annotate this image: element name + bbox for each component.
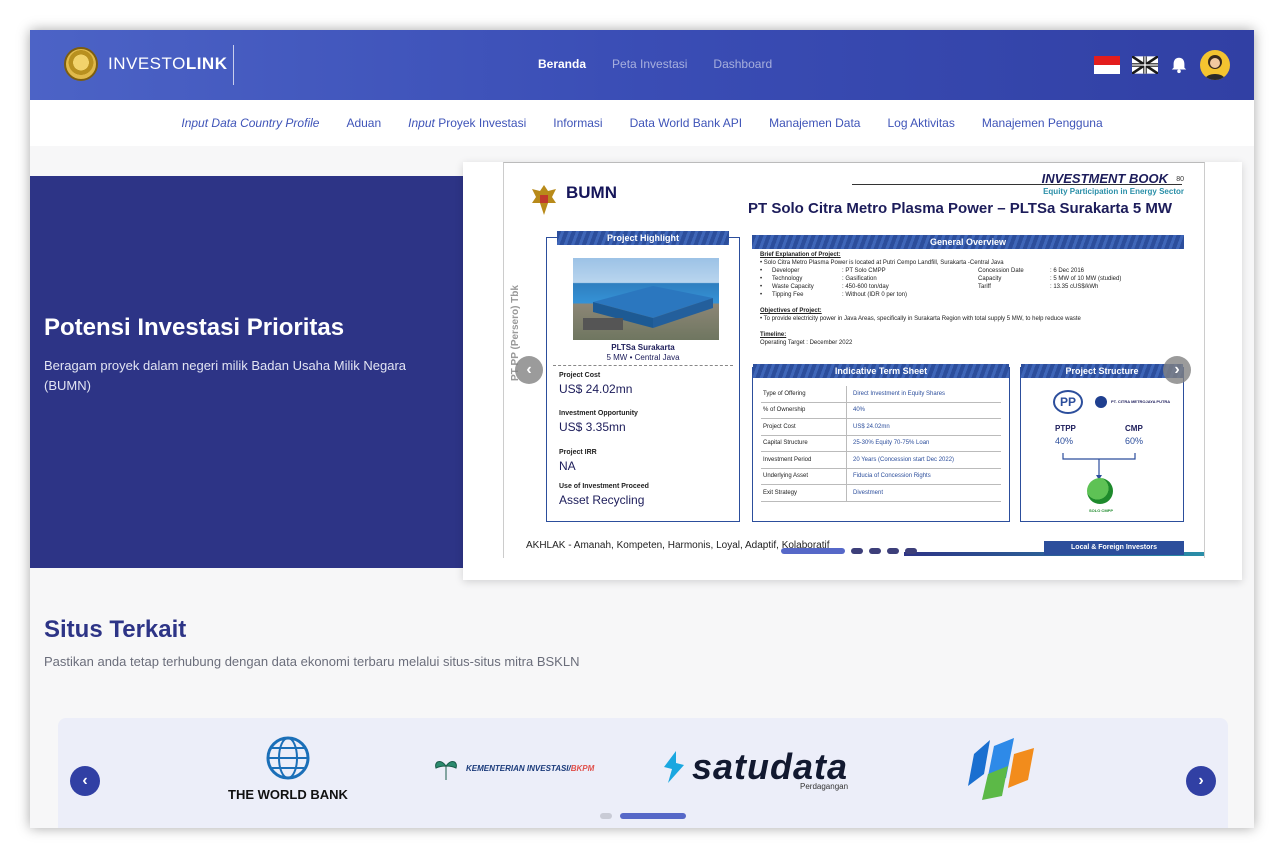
project-highlight-head: Project Highlight bbox=[557, 231, 729, 245]
uk-flag-icon[interactable] bbox=[1132, 56, 1158, 74]
satudata-drop-icon bbox=[664, 751, 684, 783]
hero-title: Potensi Investasi Prioritas bbox=[44, 314, 345, 341]
slide-project-title: PT Solo Citra Metro Plasma Power – PLTSa… bbox=[748, 200, 1173, 217]
world-bank-link[interactable]: THE WORLD BANK bbox=[226, 736, 350, 802]
garuda-emblem-icon bbox=[64, 47, 98, 81]
carousel-dot[interactable] bbox=[869, 548, 881, 554]
term-sheet-head: Indicative Term Sheet bbox=[753, 364, 1009, 378]
use-of-proceed-value: Asset Recycling bbox=[559, 493, 645, 507]
carousel-next-button[interactable]: › bbox=[1163, 356, 1191, 384]
project-structure-box: Project Structure PP PT. CITRA METROJAYA… bbox=[1020, 364, 1184, 522]
highlight-divider bbox=[553, 365, 733, 366]
menu-manajemen-data[interactable]: Manajemen Data bbox=[769, 116, 860, 130]
top-navbar: INVESTOLINK Beranda Peta Investasi Dashb… bbox=[30, 30, 1254, 100]
nav-dashboard[interactable]: Dashboard bbox=[713, 57, 772, 71]
user-avatar[interactable] bbox=[1200, 50, 1230, 80]
term-row: Investment Period 20 Years (Concession st… bbox=[761, 452, 1001, 469]
term-sheet-table: Type of Offering Direct Investment in Equ… bbox=[761, 386, 1001, 502]
slide-rule bbox=[852, 184, 1182, 185]
browser-viewport: INVESTOLINK Beranda Peta Investasi Dashb… bbox=[30, 30, 1254, 828]
project-highlight-box: Project Highlight PLTSa Surakarta 5 MW •… bbox=[546, 231, 740, 522]
term-row: Exit Strategy Divestment bbox=[761, 485, 1001, 502]
brand-logo[interactable]: INVESTOLINK bbox=[64, 47, 228, 81]
carousel-prev-button[interactable]: ‹ bbox=[515, 356, 543, 384]
menu-input-country-profile[interactable]: Input Data Country Profile bbox=[181, 116, 319, 130]
term-row: Capital Structure 25-30% Equity 70-75% Lo… bbox=[761, 435, 1001, 452]
term-row: Underlying Asset Fiducia of Concession Ri… bbox=[761, 468, 1001, 485]
carousel-dot[interactable] bbox=[905, 548, 917, 554]
carousel-dot[interactable] bbox=[781, 548, 845, 554]
carousel-indicators bbox=[781, 548, 917, 554]
ptpp-label: PTPP bbox=[1055, 424, 1076, 433]
general-overview-box: General Overview Brief Explanation of Pr… bbox=[752, 235, 1184, 359]
cmp-logo-icon bbox=[1095, 396, 1107, 408]
plant-photo bbox=[573, 258, 719, 340]
kementerian-text: KEMENTERIAN INVESTASI/BKPM bbox=[466, 763, 595, 773]
menu-aduan[interactable]: Aduan bbox=[346, 116, 381, 130]
world-bank-text: THE WORLD BANK bbox=[228, 787, 348, 802]
brand-name: INVESTOLINK bbox=[108, 54, 228, 73]
bumn-logo: BUMN bbox=[566, 183, 617, 202]
term-row: % of Ownership 40% bbox=[761, 402, 1001, 419]
logo-divider bbox=[233, 45, 234, 85]
main-nav: Beranda Peta Investasi Dashboard bbox=[538, 57, 772, 71]
partner-prev-button[interactable]: ‹ bbox=[70, 766, 100, 796]
project-carousel: INVESTMENT BOOK 80 Equity Participation … bbox=[463, 162, 1242, 580]
investment-opportunity-value: US$ 3.35mn bbox=[559, 420, 626, 434]
bell-icon[interactable] bbox=[1170, 56, 1188, 74]
partner-next-button[interactable]: › bbox=[1186, 766, 1216, 796]
project-irr-value: NA bbox=[559, 459, 576, 473]
term-row: Type of Offering Direct Investment in Equ… bbox=[761, 386, 1001, 403]
partner-indicators bbox=[600, 813, 686, 819]
bkpm-leaf-icon bbox=[435, 761, 457, 780]
investment-book-slide[interactable]: INVESTMENT BOOK 80 Equity Participation … bbox=[503, 162, 1205, 558]
term-row: Project Cost US$ 24.02mn bbox=[761, 419, 1001, 436]
menu-input-proyek-investasi[interactable]: Input Proyek Investasi bbox=[408, 116, 526, 130]
plant-subcaption: 5 MW • Central Java bbox=[606, 353, 680, 362]
partner-carousel: ‹ THE WORLD BANK KEMENTERIAN INVESTASI/B… bbox=[58, 718, 1228, 828]
carousel-dot[interactable] bbox=[851, 548, 863, 554]
carousel-dot[interactable] bbox=[887, 548, 899, 554]
satudata-link[interactable]: satudata Perdagangan bbox=[660, 746, 848, 791]
use-of-proceed-label: Use of Investment Proceed bbox=[559, 483, 649, 490]
term-sheet-box: Indicative Term Sheet Type of Offering Di… bbox=[752, 364, 1010, 522]
bps-logo-icon[interactable] bbox=[954, 734, 1042, 804]
partner-dot[interactable] bbox=[600, 813, 612, 819]
investment-opportunity-label: Investment Opportunity bbox=[559, 410, 638, 417]
cmp-share: 60% bbox=[1125, 436, 1144, 446]
ptpp-share: 40% bbox=[1055, 436, 1074, 446]
solo-cmpp-logo-icon bbox=[1087, 478, 1113, 504]
hero-subtitle: Beragam proyek dalam negeri milik Badan … bbox=[44, 358, 407, 393]
related-sites-subtitle: Pastikan anda tetap terhubung dengan dat… bbox=[44, 654, 580, 669]
related-sites-title: Situs Terkait bbox=[44, 616, 187, 643]
plant-caption: PLTSa Surakarta bbox=[611, 343, 675, 352]
garuda-icon bbox=[532, 185, 556, 215]
menu-informasi[interactable]: Informasi bbox=[553, 116, 602, 130]
project-structure-head: Project Structure bbox=[1021, 364, 1183, 378]
menu-manajemen-pengguna[interactable]: Manajemen Pengguna bbox=[982, 116, 1103, 130]
project-cost-value: US$ 24.02mn bbox=[559, 382, 633, 396]
general-overview-text: Brief Explanation of Project: • Solo Cit… bbox=[760, 252, 1122, 346]
solo-cmpp-label: SOLO CMPP bbox=[1088, 508, 1113, 513]
sub-menu: Input Data Country Profile Aduan Input P… bbox=[30, 100, 1254, 146]
kementerian-investasi-link[interactable]: KEMENTERIAN INVESTASI/BKPM bbox=[432, 754, 594, 782]
slide-investors-tag: Local & Foreign Investors bbox=[1044, 541, 1184, 555]
partner-dot[interactable] bbox=[620, 813, 686, 819]
slide-sector: Equity Participation in Energy Sector bbox=[1043, 187, 1184, 196]
header-actions bbox=[1094, 50, 1230, 80]
globe-icon bbox=[266, 736, 310, 780]
cmp-label: CMP bbox=[1125, 424, 1143, 433]
project-cost-label: Project Cost bbox=[559, 372, 601, 379]
nav-beranda[interactable]: Beranda bbox=[538, 57, 586, 71]
pp-logo: PP bbox=[1053, 390, 1083, 414]
indonesia-flag-icon[interactable] bbox=[1094, 56, 1120, 74]
menu-world-bank-api[interactable]: Data World Bank API bbox=[630, 116, 743, 130]
slide-page-number: 80 bbox=[1176, 176, 1184, 183]
menu-log-aktivitas[interactable]: Log Aktivitas bbox=[887, 116, 954, 130]
cmp-company-name: PT. CITRA METROJAYA PUTRA bbox=[1111, 399, 1171, 404]
general-overview-head: General Overview bbox=[752, 235, 1184, 249]
nav-peta-investasi[interactable]: Peta Investasi bbox=[612, 57, 687, 71]
project-irr-label: Project IRR bbox=[559, 449, 597, 456]
